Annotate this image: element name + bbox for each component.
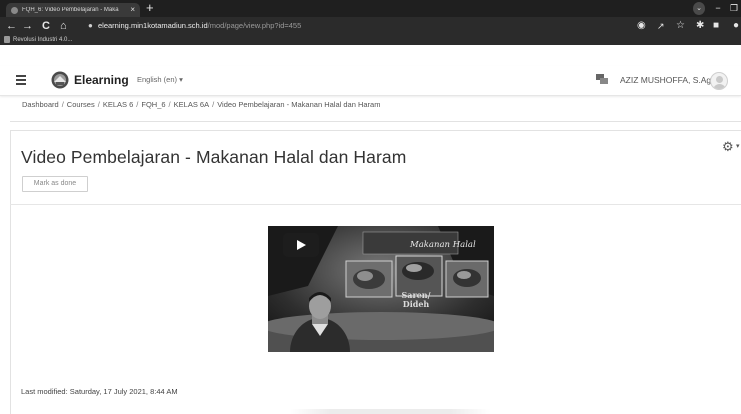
tab-title: FQH_6: Video Pembelajaran - Maka <box>22 7 119 13</box>
url-host: elearning.min1kotamadiun.sch.id <box>98 21 208 30</box>
bookmark-favicon-icon <box>4 36 10 43</box>
breadcrumb-item-current[interactable]: Video Pembelajaran - Makanan Halal dan H… <box>217 100 380 109</box>
home-button[interactable]: ⌂ <box>60 19 67 33</box>
restore-button[interactable]: ❐ <box>729 2 739 15</box>
menu-toggle-icon[interactable] <box>16 75 26 87</box>
breadcrumb-item-courses[interactable]: Courses <box>67 100 95 109</box>
browser-tab[interactable]: FQH_6: Video Pembelajaran - Maka × <box>6 3 140 17</box>
play-button[interactable] <box>283 233 319 257</box>
page-title: Video Pembelajaran - Makanan Halal dan H… <box>21 147 407 167</box>
account-icon[interactable]: ● <box>733 20 739 32</box>
breadcrumb-item-kelas-6[interactable]: KELAS 6 <box>103 100 133 109</box>
back-button[interactable]: ← <box>6 19 17 33</box>
tab-search-icon[interactable]: ⌄ <box>693 2 705 15</box>
forward-button[interactable]: → <box>22 19 33 33</box>
embedded-video[interactable]: Makanan Halal Saren/ Dideh <box>268 226 494 352</box>
lock-icon: ● <box>88 21 93 30</box>
bookmark-item[interactable]: Revolusi Industri 4.0... <box>13 35 72 45</box>
share-icon[interactable]: ↗ <box>657 20 665 32</box>
breadcrumb-separator: / <box>136 100 139 109</box>
video-caption-line-2: Dideh <box>402 299 430 309</box>
breadcrumb-item-dashboard[interactable]: Dashboard <box>22 100 59 109</box>
settings-gear-icon[interactable]: ⚙ <box>722 140 734 154</box>
breadcrumb-separator: / <box>212 100 215 109</box>
breadcrumb-separator: / <box>61 100 64 109</box>
url-path: /mod/page/view.php?id=455 <box>207 21 302 30</box>
extensions-icon[interactable]: ✱ <box>696 20 704 32</box>
tab-favicon-icon <box>11 6 18 14</box>
breadcrumb-item-kelas-6a[interactable]: KELAS 6A <box>174 100 209 109</box>
chevron-down-icon[interactable]: ▾ <box>736 142 740 150</box>
user-name[interactable]: AZIZ MUSHOFFA, S.Ag <box>620 75 711 86</box>
breadcrumb-item-fqh-6[interactable]: FQH_6 <box>141 100 165 109</box>
site-brand[interactable]: Elearning <box>74 72 129 88</box>
reload-button[interactable]: C <box>42 19 50 33</box>
bookmark-star-icon[interactable]: ☆ <box>676 20 685 32</box>
tab-close-icon[interactable]: × <box>130 6 135 14</box>
mark-as-done-button[interactable]: Mark as done <box>22 176 88 192</box>
profile-sync-icon[interactable]: ◉ <box>637 20 646 32</box>
breadcrumb-separator: / <box>97 100 100 109</box>
video-caption: Saren/ Dideh <box>394 291 438 309</box>
bookmarks-bar: Revolusi Industri 4.0... <box>0 35 741 45</box>
divider <box>10 204 741 205</box>
site-logo-icon[interactable] <box>51 71 69 89</box>
footer-fade <box>290 409 490 414</box>
messages-icon[interactable] <box>596 74 608 85</box>
side-panel-icon[interactable]: ■ <box>713 20 719 32</box>
breadcrumb-separator: / <box>168 100 171 109</box>
video-overlay-title: Makanan Halal <box>410 240 476 250</box>
breadcrumb: Dashboard / Courses / KELAS 6/FQH_6/KELAS 6A… <box>22 100 380 110</box>
last-modified-text: Last modified: Saturday, 17 July 2021, 8… <box>21 387 178 396</box>
browser-toolbar: ← → C ⌂ ● elearning.min1kotamadiun.sch.i… <box>0 17 741 35</box>
browser-tab-strip: FQH_6: Video Pembelajaran - Maka × + ⌄ −… <box>0 0 741 17</box>
minimize-button[interactable]: − <box>713 2 723 15</box>
address-bar[interactable]: elearning.min1kotamadiun.sch.id/mod/page… <box>98 20 301 32</box>
new-tab-button[interactable]: + <box>146 1 154 15</box>
language-menu[interactable]: English (en) ▾ <box>137 75 183 85</box>
